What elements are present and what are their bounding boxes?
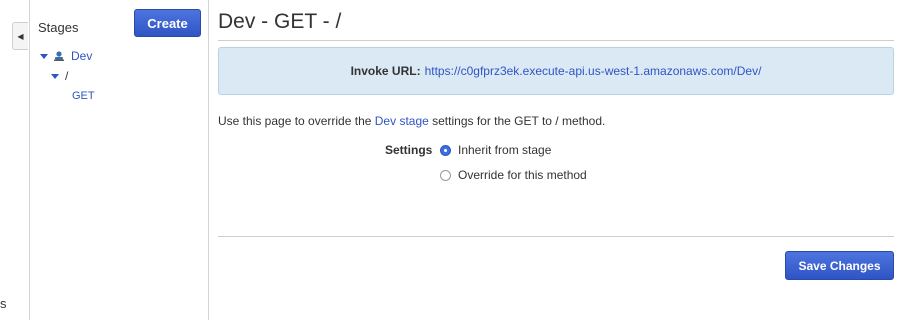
stage-icon bbox=[54, 51, 64, 61]
page-title: Dev - GET - / bbox=[218, 10, 342, 33]
radio-label[interactable]: Override for this method bbox=[458, 168, 587, 182]
invoke-url-banner: Invoke URL: https://c0gfprz3ek.execute-a… bbox=[218, 47, 894, 95]
description-suffix: settings for the GET to / method. bbox=[428, 114, 606, 128]
radio-button-selected[interactable] bbox=[440, 144, 451, 156]
expand-triangle-icon[interactable] bbox=[51, 73, 59, 79]
dev-stage-link[interactable]: Dev stage bbox=[375, 114, 429, 128]
main-panel: Dev - GET - / Invoke URL: https://c0gfpr… bbox=[218, 0, 894, 320]
radio-inherit-from-stage[interactable]: Inherit from stage bbox=[440, 143, 551, 157]
tree-item-method[interactable]: GET bbox=[72, 90, 95, 102]
tree-item-resource[interactable]: / bbox=[51, 69, 68, 83]
tree-label-stage[interactable]: Dev bbox=[71, 49, 92, 63]
override-description: Use this page to override the Dev stage … bbox=[218, 114, 605, 128]
stages-sidebar: Stages Create Dev / GET bbox=[30, 0, 209, 320]
description-prefix: Use this page to override the bbox=[218, 114, 375, 128]
invoke-url-label: Invoke URL: bbox=[350, 64, 421, 78]
divider bbox=[218, 40, 894, 41]
radio-override-for-method[interactable]: Override for this method bbox=[440, 168, 587, 182]
triangle-left-icon: ◀ bbox=[17, 31, 24, 41]
expand-triangle-icon[interactable] bbox=[40, 53, 48, 59]
invoke-url-link[interactable]: https://c0gfprz3ek.execute-api.us-west-1… bbox=[425, 64, 762, 78]
collapse-sidebar-button[interactable]: ◀ bbox=[12, 22, 28, 50]
sidebar-header: Stages Create bbox=[38, 9, 202, 37]
radio-label[interactable]: Inherit from stage bbox=[458, 143, 551, 157]
sidebar-title: Stages bbox=[38, 20, 79, 35]
tree-label-resource[interactable]: / bbox=[65, 69, 68, 83]
settings-label: Settings bbox=[385, 143, 433, 157]
left-gutter: ◀ s bbox=[0, 0, 30, 320]
radio-button-unselected[interactable] bbox=[440, 169, 451, 181]
create-stage-button[interactable]: Create bbox=[134, 9, 201, 37]
truncated-text: s bbox=[0, 296, 7, 311]
save-changes-button[interactable]: Save Changes bbox=[785, 251, 894, 280]
divider bbox=[218, 236, 894, 237]
tree-item-stage[interactable]: Dev bbox=[40, 49, 92, 63]
tree-label-method[interactable]: GET bbox=[72, 90, 95, 102]
